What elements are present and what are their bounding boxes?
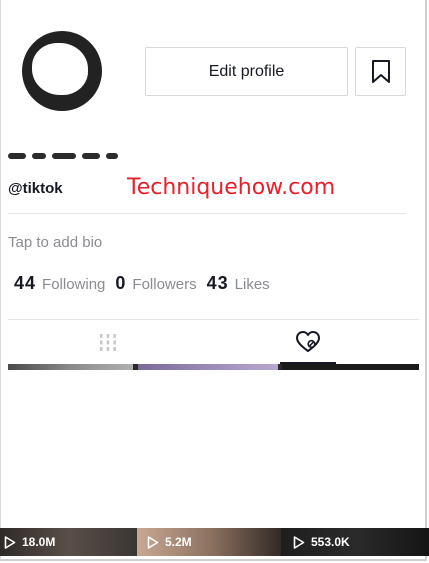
edit-profile-label: Edit profile [208, 62, 285, 80]
video-thumbnail[interactable]: 553.0K [281, 528, 429, 556]
avatar[interactable] [22, 31, 102, 111]
play-icon [293, 535, 305, 549]
followers-count[interactable]: 0 [115, 273, 126, 294]
following-count[interactable]: 44 [14, 273, 36, 294]
bookmark-button[interactable] [355, 47, 406, 96]
followers-label[interactable]: Followers [132, 276, 196, 293]
play-icon [147, 535, 159, 549]
following-label[interactable]: Following [42, 276, 105, 293]
bio-placeholder[interactable]: Tap to add bio [8, 234, 102, 251]
video-grid: 18.0M 5.2M 553.0K [0, 528, 429, 556]
watermark: Techniquehow.com [127, 175, 336, 200]
display-name-redacted [8, 150, 118, 162]
grid-content-overlay [8, 370, 418, 535]
tab-videos[interactable] [8, 322, 208, 364]
edit-profile-button[interactable]: Edit profile [145, 47, 348, 96]
profile-stats: 44 Following 0 Followers 43 Likes [14, 273, 280, 294]
likes-label: Likes [234, 276, 270, 293]
tab-liked[interactable] [280, 322, 336, 364]
view-count: 18.0M [22, 535, 56, 549]
divider [8, 213, 406, 214]
bookmark-icon [371, 59, 390, 83]
grid-icon [100, 334, 116, 351]
video-thumbnail[interactable]: 18.0M [0, 528, 137, 556]
play-icon [4, 535, 16, 549]
divider [8, 319, 419, 320]
video-thumbnail[interactable]: 5.2M [137, 528, 287, 556]
view-count: 553.0K [311, 535, 350, 549]
liked-heart-icon [296, 331, 320, 352]
view-count: 5.2M [165, 535, 192, 549]
username: @tiktok [8, 180, 63, 197]
likes-count: 43 [206, 273, 229, 293]
